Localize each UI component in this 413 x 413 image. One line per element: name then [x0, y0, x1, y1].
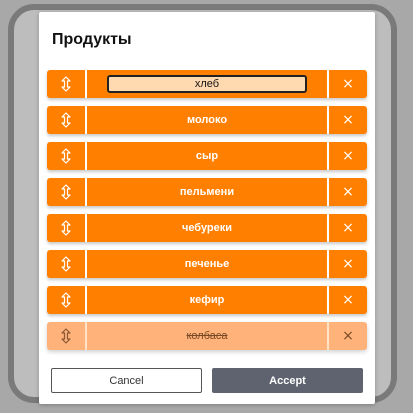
item-label[interactable]: чебуреки	[87, 214, 327, 242]
accept-button[interactable]: Accept	[212, 368, 363, 393]
remove-button[interactable]: ×	[327, 70, 367, 98]
product-list: × молоко × сыр ×	[47, 70, 367, 358]
dialog-title: Продукты	[52, 31, 132, 48]
drag-handle[interactable]	[47, 70, 87, 98]
item-label[interactable]: молоко	[87, 106, 327, 134]
item-edit-input[interactable]	[107, 75, 307, 93]
drag-handle[interactable]	[47, 214, 87, 242]
drag-handle[interactable]	[47, 250, 87, 278]
item-label[interactable]: кефир	[87, 286, 327, 314]
close-icon: ×	[342, 148, 354, 164]
drag-handle[interactable]	[47, 106, 87, 134]
list-item: печенье ×	[47, 250, 367, 278]
close-icon: ×	[342, 220, 354, 236]
remove-button[interactable]: ×	[327, 286, 367, 314]
up-down-arrow-icon	[61, 112, 71, 128]
drag-handle[interactable]	[47, 286, 87, 314]
list-item: молоко ×	[47, 106, 367, 134]
item-label-container[interactable]	[87, 70, 327, 98]
close-icon: ×	[342, 112, 354, 128]
list-item: чебуреки ×	[47, 214, 367, 242]
drag-handle[interactable]	[47, 322, 87, 350]
up-down-arrow-icon	[61, 220, 71, 236]
list-item-disabled: колбаса ×	[47, 322, 367, 350]
up-down-arrow-icon	[61, 148, 71, 164]
list-item: сыр ×	[47, 142, 367, 170]
cancel-button[interactable]: Cancel	[51, 368, 202, 393]
up-down-arrow-icon	[61, 256, 71, 272]
up-down-arrow-icon	[61, 292, 71, 308]
item-label[interactable]: пельмени	[87, 178, 327, 206]
remove-button[interactable]: ×	[327, 250, 367, 278]
close-icon: ×	[342, 184, 354, 200]
remove-button[interactable]: ×	[327, 106, 367, 134]
remove-button[interactable]: ×	[327, 178, 367, 206]
list-item: пельмени ×	[47, 178, 367, 206]
item-label-struck[interactable]: колбаса	[87, 322, 327, 350]
remove-button[interactable]: ×	[327, 214, 367, 242]
close-icon: ×	[342, 292, 354, 308]
products-dialog: Продукты × молоко ×	[39, 12, 375, 404]
remove-button[interactable]: ×	[327, 322, 367, 350]
drag-handle[interactable]	[47, 178, 87, 206]
up-down-arrow-icon	[61, 76, 71, 92]
list-item: кефир ×	[47, 286, 367, 314]
close-icon: ×	[342, 328, 354, 344]
item-label[interactable]: печенье	[87, 250, 327, 278]
list-item: ×	[47, 70, 367, 98]
drag-handle[interactable]	[47, 142, 87, 170]
close-icon: ×	[342, 256, 354, 272]
dialog-footer: Cancel Accept	[51, 368, 363, 393]
up-down-arrow-icon	[61, 184, 71, 200]
close-icon: ×	[342, 76, 354, 92]
item-label[interactable]: сыр	[87, 142, 327, 170]
up-down-arrow-icon	[61, 328, 71, 344]
remove-button[interactable]: ×	[327, 142, 367, 170]
